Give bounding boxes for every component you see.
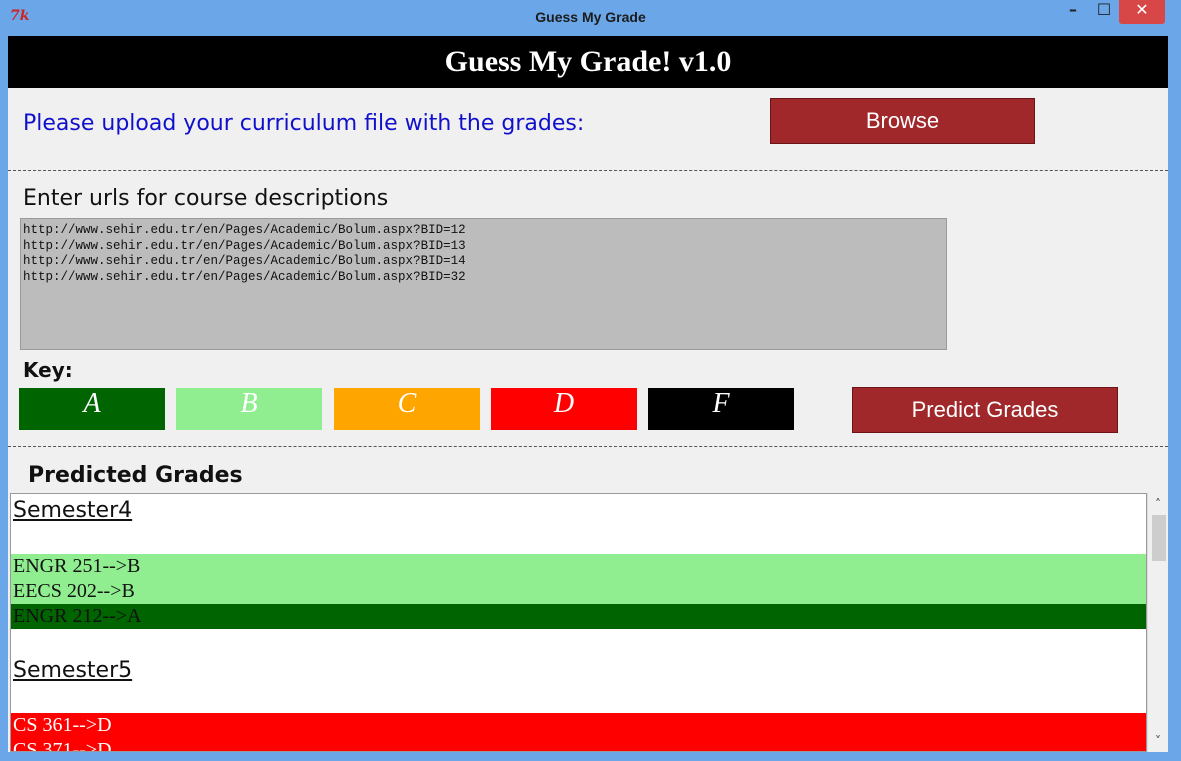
title-bar[interactable]: 7k Guess My Grade – ☐ ✕ <box>0 0 1181 36</box>
predicted-grades-list[interactable]: Semester4 ENGR 251-->B EECS 202-->B ENGR… <box>10 493 1147 752</box>
upload-label: Please upload your curriculum file with … <box>23 111 585 136</box>
semester-heading: Semester4 <box>13 498 133 523</box>
browse-button[interactable]: Browse <box>770 98 1035 144</box>
key-grade-c: C <box>334 388 480 430</box>
app-window: 7k Guess My Grade – ☐ ✕ Guess My Grade! … <box>0 0 1181 761</box>
separator <box>8 170 1168 171</box>
window-title: Guess My Grade <box>535 9 646 25</box>
key-grade-a: A <box>19 388 165 430</box>
maximize-button[interactable]: ☐ <box>1090 0 1118 24</box>
semester-heading: Semester5 <box>13 658 133 683</box>
predict-grades-button[interactable]: Predict Grades <box>852 387 1118 433</box>
scroll-thumb[interactable] <box>1152 515 1166 561</box>
url-line: http://www.sehir.edu.tr/en/Pages/Academi… <box>23 238 466 253</box>
key-grade-b: B <box>176 388 322 430</box>
course-grade-row: EECS 202-->B <box>11 579 1146 604</box>
urls-textarea[interactable]: http://www.sehir.edu.tr/en/Pages/Academi… <box>20 218 947 350</box>
url-line: http://www.sehir.edu.tr/en/Pages/Academi… <box>23 269 466 284</box>
url-line: http://www.sehir.edu.tr/en/Pages/Academi… <box>23 254 466 268</box>
key-grade-d: D <box>491 388 637 430</box>
key-grade-f: F <box>648 388 794 430</box>
course-grade-row: ENGR 212-->A <box>11 604 1146 629</box>
results-scrollbar[interactable]: ˄ ˅ <box>1147 493 1168 752</box>
app-banner-title: Guess My Grade! v1.0 <box>8 36 1168 88</box>
scroll-down-icon[interactable]: ˅ <box>1148 732 1168 750</box>
course-grade-row: ENGR 251-->B <box>11 554 1146 579</box>
urls-label: Enter urls for course descriptions <box>23 186 389 211</box>
course-grade-row: CS 371-->D <box>11 738 1146 751</box>
url-line: http://www.sehir.edu.tr/en/Pages/Academi… <box>23 223 466 237</box>
scroll-up-icon[interactable]: ˄ <box>1148 495 1168 513</box>
minimize-button[interactable]: – <box>1058 0 1088 24</box>
client-area: Guess My Grade! v1.0 Please upload your … <box>8 36 1168 752</box>
predicted-grades-label: Predicted Grades <box>28 463 243 488</box>
course-grade-row: CS 361-->D <box>11 713 1146 738</box>
key-label: Key: <box>23 358 73 382</box>
separator <box>8 446 1168 447</box>
close-button[interactable]: ✕ <box>1119 0 1165 24</box>
